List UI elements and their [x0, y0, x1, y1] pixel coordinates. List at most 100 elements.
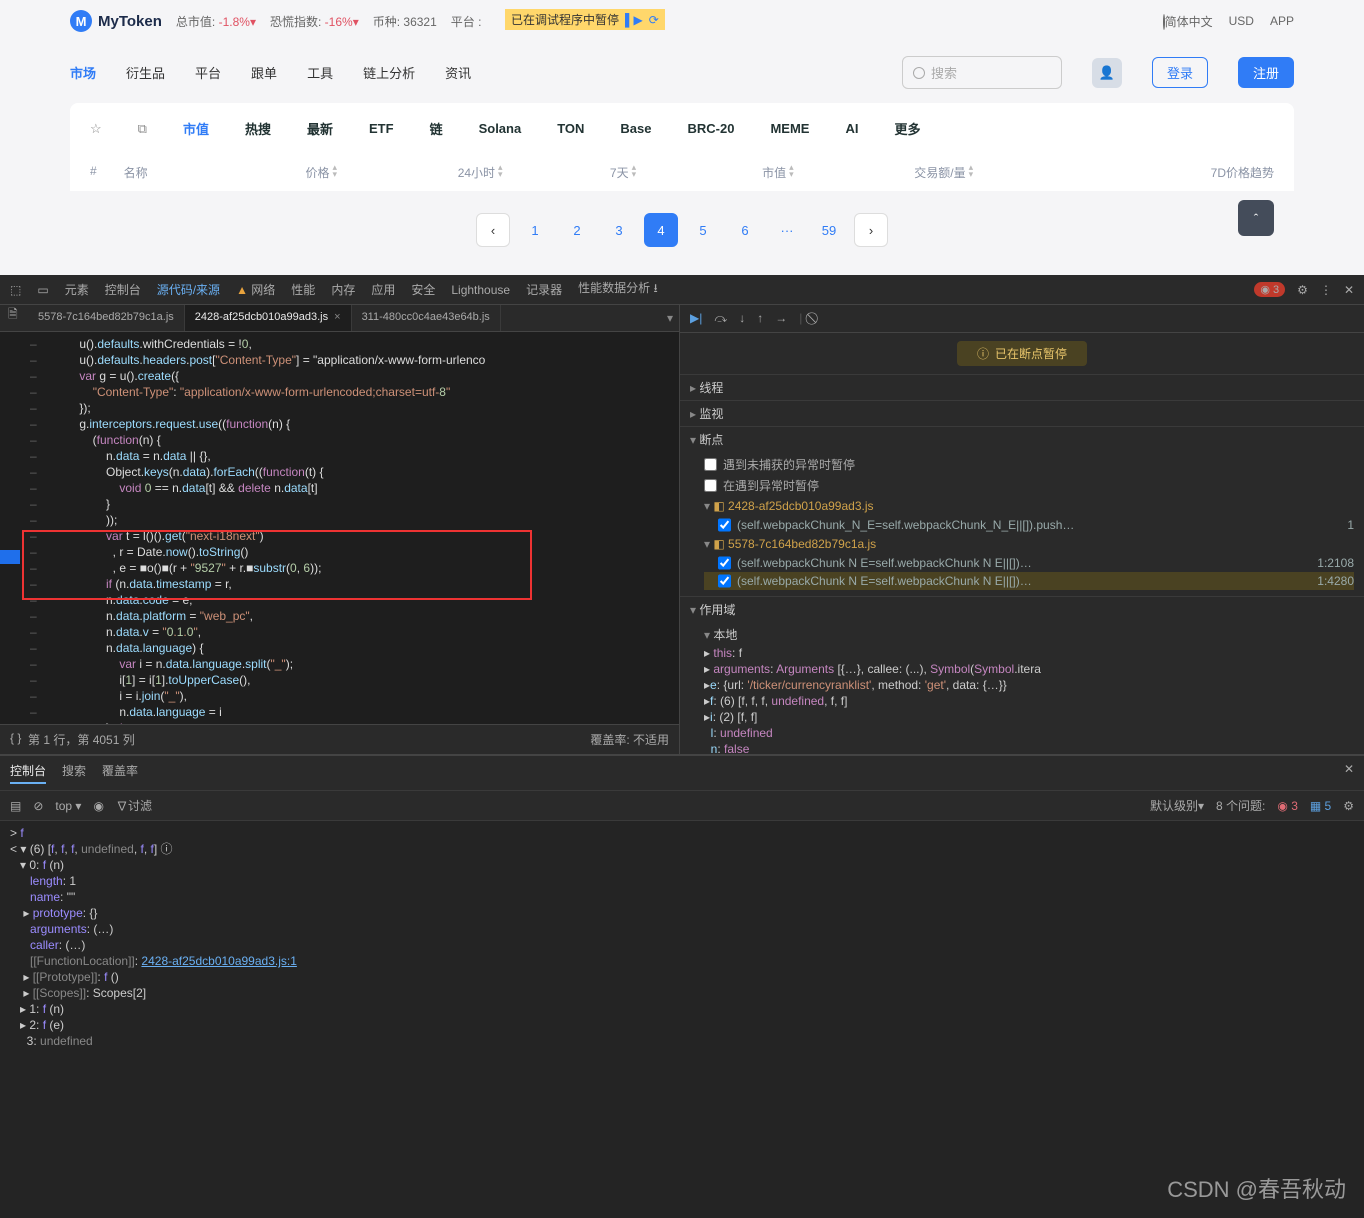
- th-7d[interactable]: 7天▴▾: [610, 164, 758, 181]
- page-6[interactable]: 6: [728, 213, 762, 247]
- cat-new[interactable]: 最新: [307, 119, 333, 138]
- gear-icon[interactable]: ⚙: [1297, 283, 1308, 297]
- panel-watch[interactable]: 监视: [680, 401, 1364, 426]
- error-count-badge[interactable]: ◉ 3: [1254, 282, 1285, 297]
- step-over-icon[interactable]: ⤼: [714, 311, 727, 326]
- more-files-icon[interactable]: ▾: [661, 305, 679, 331]
- th-vol[interactable]: 交易额/量▴▾: [914, 164, 1062, 181]
- site-logo[interactable]: MMyToken: [70, 10, 162, 32]
- tab-memory[interactable]: 内存: [331, 281, 355, 298]
- panel-scope[interactable]: 作用域: [680, 597, 1364, 622]
- bp-opt-caught[interactable]: 在遇到异常时暂停: [704, 475, 1354, 496]
- cat-ton[interactable]: TON: [557, 121, 584, 136]
- page-last[interactable]: 59: [812, 213, 846, 247]
- lang-switch[interactable]: 简体中文: [1163, 13, 1213, 30]
- tab-recorder[interactable]: 记录器: [526, 281, 562, 298]
- brace-icon[interactable]: { }: [10, 731, 21, 748]
- tab-console[interactable]: 控制台: [105, 281, 141, 298]
- file-tab-1[interactable]: 2428-af25dcb010a99ad3.js×: [185, 305, 352, 331]
- app-link[interactable]: APP: [1270, 14, 1294, 28]
- drawer-console[interactable]: 控制台: [10, 762, 46, 784]
- cat-hot[interactable]: 热搜: [245, 119, 271, 138]
- code-editor[interactable]: u().defaults.withCredentials = !0, u().d…: [0, 332, 679, 724]
- page-2[interactable]: 2: [560, 213, 594, 247]
- cat-marketcap[interactable]: 市值: [183, 119, 209, 138]
- cat-etf[interactable]: ETF: [369, 121, 394, 136]
- scroll-top-button[interactable]: ˆ: [1238, 200, 1274, 236]
- currency-switch[interactable]: USD: [1229, 14, 1254, 28]
- page-4[interactable]: 4: [644, 213, 678, 247]
- th-name[interactable]: 名称: [124, 164, 302, 181]
- th-price[interactable]: 价格▴▾: [305, 164, 453, 181]
- avatar[interactable]: 👤: [1092, 58, 1122, 88]
- nav-chain[interactable]: 链上分析: [363, 63, 415, 82]
- step-icon2[interactable]: →: [775, 311, 787, 326]
- step-icon[interactable]: ⟳: [649, 13, 659, 27]
- context-select[interactable]: top ▾: [55, 799, 81, 813]
- tab-elements[interactable]: 元素: [65, 281, 89, 298]
- tab-application[interactable]: 应用: [371, 281, 395, 298]
- clear-console-icon[interactable]: ⊘: [33, 799, 43, 813]
- register-button[interactable]: 注册: [1238, 57, 1294, 88]
- login-button[interactable]: 登录: [1152, 57, 1208, 88]
- more-icon[interactable]: ⋮: [1320, 283, 1332, 297]
- bp-opt-uncaught[interactable]: 遇到未捕获的异常时暂停: [704, 454, 1354, 475]
- step-out-icon[interactable]: ↑: [757, 311, 763, 326]
- page-3[interactable]: 3: [602, 213, 636, 247]
- cat-base[interactable]: Base: [620, 121, 651, 136]
- page-5[interactable]: 5: [686, 213, 720, 247]
- tab-profiler[interactable]: 性能数据分析 ⭳: [578, 279, 658, 300]
- play-icon[interactable]: ▌▶: [625, 13, 643, 27]
- file-tab-2[interactable]: 311-480cc0c4ae43e64b.js: [352, 305, 501, 331]
- breakpoint-marker[interactable]: [0, 550, 20, 564]
- star-icon[interactable]: ☆: [90, 121, 102, 137]
- live-expr-icon[interactable]: ◉: [93, 799, 103, 813]
- nav-platform[interactable]: 平台: [195, 63, 221, 82]
- close-icon[interactable]: ✕: [1344, 283, 1354, 297]
- copy-icon[interactable]: ⧉: [138, 121, 147, 137]
- file-tab-0[interactable]: 5578-7c164bed82b79c1a.js: [28, 305, 185, 331]
- device-icon[interactable]: ▭: [37, 283, 48, 297]
- cat-ai[interactable]: AI: [845, 121, 858, 136]
- resume-icon[interactable]: ▶|: [690, 311, 702, 326]
- tab-lighthouse[interactable]: Lighthouse: [451, 283, 510, 297]
- cat-more[interactable]: 更多: [894, 119, 920, 138]
- panel-threads[interactable]: 线程: [680, 375, 1364, 400]
- cat-solana[interactable]: Solana: [479, 121, 522, 136]
- console-output[interactable]: > f< ▾ (6) [f, f, f, undefined, f, f] ⓘ …: [0, 821, 1364, 1218]
- console-gear-icon[interactable]: ⚙: [1343, 799, 1354, 813]
- cat-meme[interactable]: MEME: [770, 121, 809, 136]
- tab-network[interactable]: 网络: [236, 281, 275, 298]
- debugger-paused-overlay[interactable]: 已在调试程序中暂停▌▶⟳: [505, 9, 665, 30]
- close-tab-icon[interactable]: ×: [334, 311, 340, 323]
- th-cap[interactable]: 市值▴▾: [762, 164, 910, 181]
- nav-tools[interactable]: 工具: [307, 63, 333, 82]
- th-index[interactable]: #: [90, 164, 120, 181]
- cat-brc20[interactable]: BRC-20: [688, 121, 735, 136]
- tab-sources[interactable]: 源代码/来源: [157, 281, 220, 298]
- nav-market[interactable]: 市场: [70, 63, 96, 82]
- nav-news[interactable]: 资讯: [445, 63, 471, 82]
- issues-label[interactable]: 8 个问题:: [1216, 797, 1265, 814]
- drawer-coverage[interactable]: 覆盖率: [102, 762, 138, 784]
- drawer-close-icon[interactable]: ✕: [1344, 762, 1354, 784]
- nav-deriv[interactable]: 衍生品: [126, 63, 165, 82]
- inspect-icon[interactable]: ⬚: [10, 283, 21, 297]
- tab-performance[interactable]: 性能: [291, 281, 315, 298]
- step-into-icon[interactable]: ↓: [739, 311, 745, 326]
- nav-copy[interactable]: 跟单: [251, 63, 277, 82]
- search-input[interactable]: 搜索: [902, 56, 1062, 89]
- th-24h[interactable]: 24小时▴▾: [458, 164, 606, 181]
- page-1[interactable]: 1: [518, 213, 552, 247]
- drawer-search[interactable]: 搜索: [62, 762, 86, 784]
- tab-security[interactable]: 安全: [411, 281, 435, 298]
- cat-chain[interactable]: 链: [430, 119, 443, 138]
- log-level[interactable]: 默认级别▾: [1150, 797, 1204, 814]
- sidebar-toggle-icon[interactable]: ▤: [10, 799, 21, 813]
- page-icon[interactable]: 🗎: [8, 305, 18, 326]
- panel-breakpoints[interactable]: 断点: [680, 427, 1364, 452]
- filter-input[interactable]: ∇讨滤: [116, 797, 152, 814]
- scope-local[interactable]: 本地: [704, 624, 1354, 645]
- page-prev[interactable]: ‹: [476, 213, 510, 247]
- page-next[interactable]: ›: [854, 213, 888, 247]
